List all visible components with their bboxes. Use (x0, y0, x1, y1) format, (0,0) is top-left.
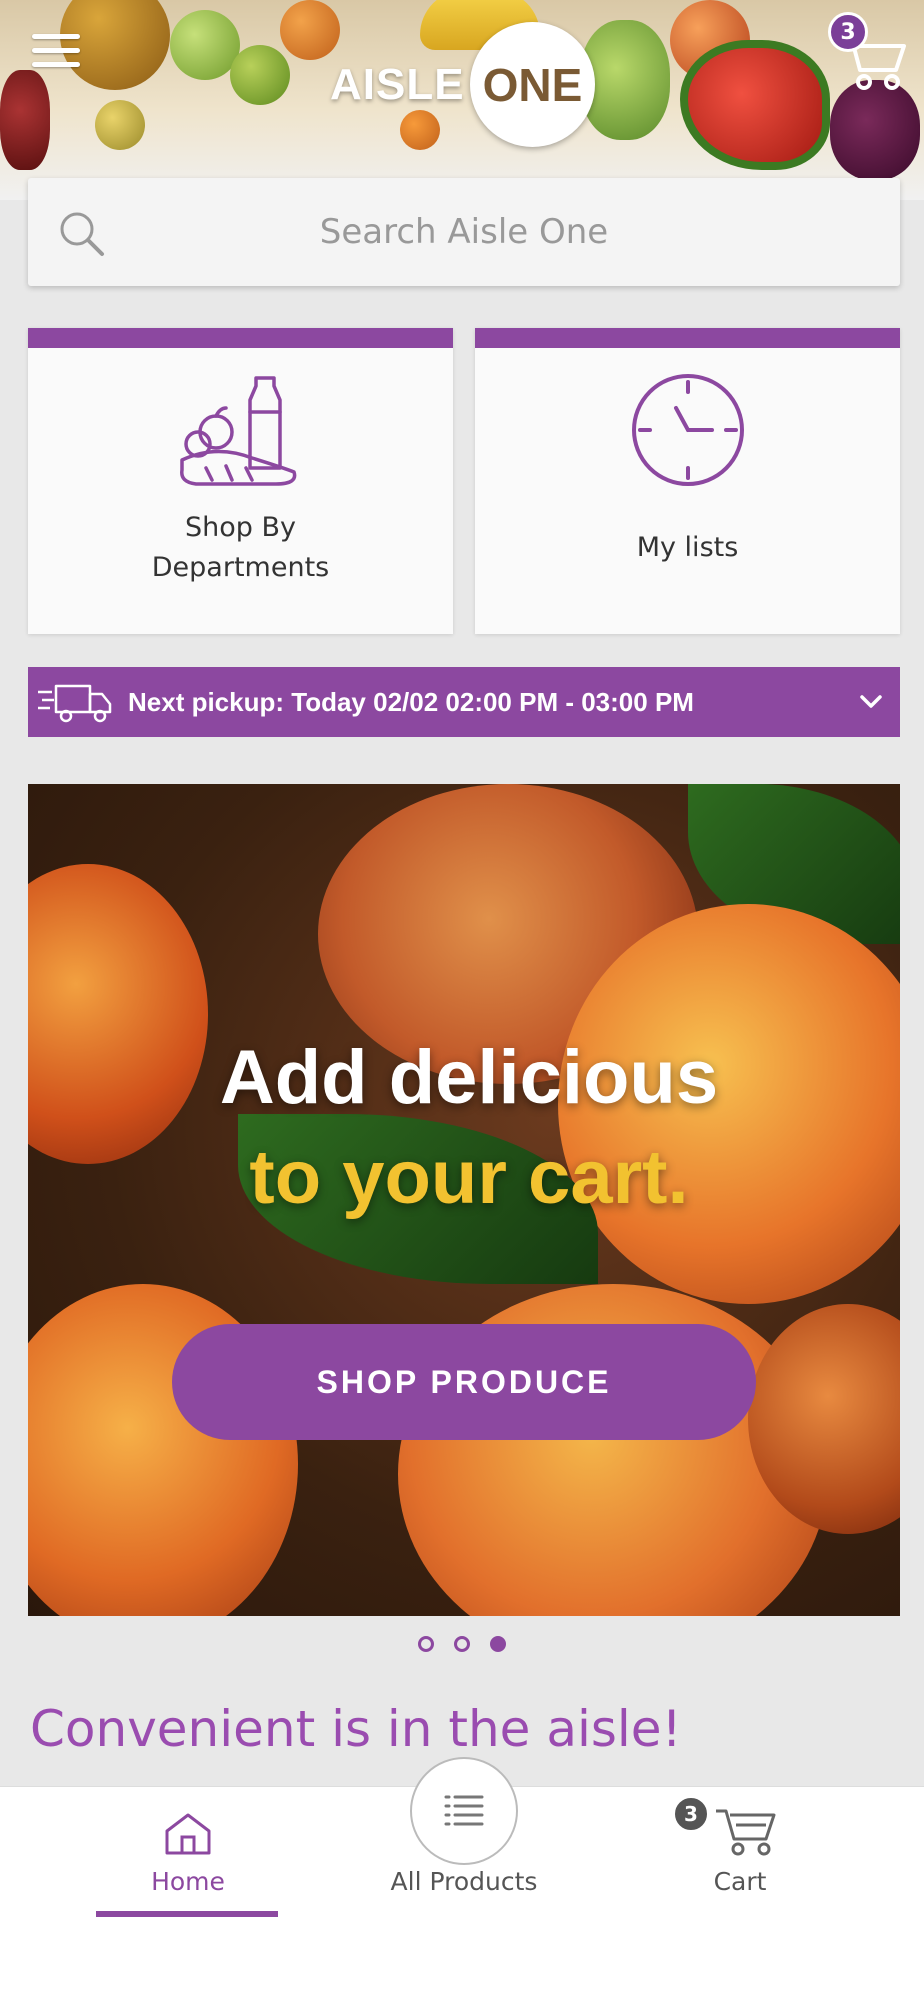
clock-icon (631, 374, 744, 486)
nav-cart[interactable]: 3 Cart (630, 1787, 850, 1907)
pear-image (95, 100, 145, 150)
section-title: Convenient is in the aisle! (30, 1700, 682, 1758)
tile-label-line2: Departments (151, 552, 330, 583)
promo-banner[interactable]: Add delicious to your cart. SHOP PRODUCE (28, 784, 900, 1616)
nav-home-label: Home (151, 1867, 225, 1896)
nav-all-products-label: All Products (390, 1867, 538, 1896)
logo-text-one: ONE (482, 59, 583, 111)
my-lists-tile[interactable]: My lists (475, 328, 900, 634)
logo-text-aisle: AISLE (330, 60, 465, 109)
shop-produce-button[interactable]: SHOP PRODUCE (172, 1324, 756, 1440)
nav-all-products[interactable]: All Products (354, 1787, 574, 1907)
header-cart-button[interactable]: 3 (828, 12, 908, 92)
tile-label: My lists (636, 532, 739, 563)
aisle-one-logo[interactable]: AISLE ONE (330, 22, 600, 147)
lime-image (230, 45, 290, 105)
grapes-image (0, 70, 50, 170)
cart-count-badge: 3 (672, 1795, 710, 1833)
menu-line (32, 34, 80, 39)
search-icon (60, 212, 104, 256)
next-pickup-bar[interactable]: Next pickup: Today 02/02 02:00 PM - 03:0… (28, 667, 900, 737)
shop-by-departments-tile[interactable]: Shop By Departments (28, 328, 453, 634)
carousel-dot[interactable] (418, 1636, 434, 1652)
delivery-truck-icon (38, 684, 112, 723)
promo-subheadline: to your cart. (249, 1135, 689, 1220)
menu-line (32, 62, 80, 67)
tile-label-line1: Shop By (185, 512, 296, 543)
menu-line (32, 48, 80, 53)
home-icon (165, 1813, 211, 1855)
search-input[interactable] (28, 178, 900, 286)
watermelon-image (680, 40, 830, 170)
bottom-navigation: Home All Products 3 Cart (0, 1757, 924, 2000)
carousel-dot-active[interactable] (490, 1636, 506, 1652)
hamburger-menu-button[interactable] (32, 34, 80, 74)
cart-icon (716, 1809, 776, 1856)
carousel-indicators (0, 1636, 924, 1652)
groceries-icon (179, 376, 296, 486)
chevron-down-icon[interactable] (858, 689, 884, 715)
header-banner: AISLE ONE 3 (0, 0, 924, 200)
search-bar[interactable] (28, 178, 900, 286)
carousel-dot[interactable] (454, 1636, 470, 1652)
nav-cart-label: Cart (713, 1867, 767, 1896)
cart-count-badge: 3 (828, 12, 868, 52)
active-tab-indicator (96, 1911, 278, 1917)
promo-headline: Add delicious (219, 1035, 719, 1120)
next-pickup-text: Next pickup: Today 02/02 02:00 PM - 03:0… (128, 686, 694, 717)
nav-home[interactable]: Home (78, 1787, 298, 1907)
